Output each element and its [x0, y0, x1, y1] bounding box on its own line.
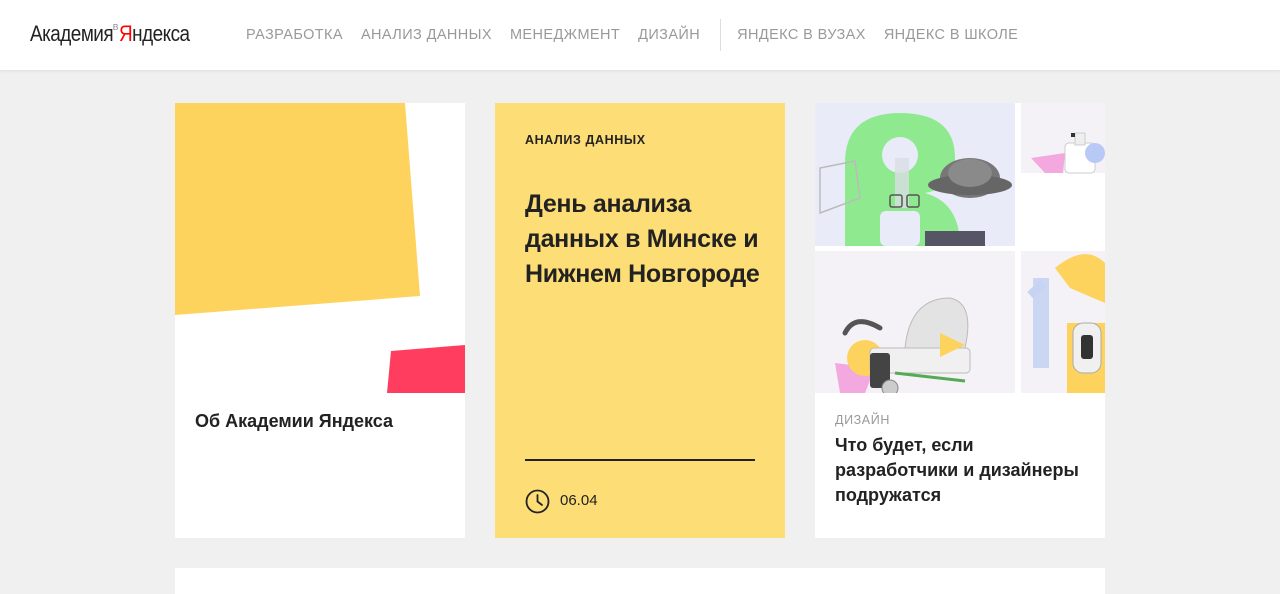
event-category: АНАЛИЗ ДАННЫХ: [525, 133, 646, 147]
nav-link-yandex-school[interactable]: ЯНДЕКС В ШКОЛЕ: [884, 27, 1018, 43]
event-divider: [525, 459, 755, 461]
main-nav: РАЗРАБОТКА АНАЛИЗ ДАННЫХ МЕНЕДЖМЕНТ ДИЗА…: [246, 0, 1036, 70]
nav-link-development[interactable]: РАЗРАБОТКА: [246, 27, 343, 43]
article-title: Что будет, если разработчики и дизайнеры…: [835, 435, 1079, 505]
event-date: 06.04: [560, 492, 598, 509]
nav-divider: [720, 19, 722, 51]
site-header: Академия в Яндекса РАЗРАБОТКА АНАЛИЗ ДАН…: [0, 0, 1280, 70]
about-card[interactable]: Об Академии Яндекса: [175, 103, 465, 538]
about-illustration: [175, 103, 465, 393]
event-card[interactable]: АНАЛИЗ ДАННЫХ День анализа данных в Минс…: [495, 103, 785, 538]
nav-link-data-analysis[interactable]: АНАЛИЗ ДАННЫХ: [361, 27, 492, 43]
design-collage-image: [815, 103, 1105, 393]
nav-link-yandex-universities[interactable]: ЯНДЕКС В ВУЗАХ: [737, 27, 866, 43]
clock-icon: [525, 489, 550, 514]
event-title: День анализа данных в Минске и Нижнем Но…: [525, 190, 760, 288]
logo-word-academy: Академия: [30, 21, 114, 46]
logo-superscript: в: [112, 21, 119, 33]
logo-word-yandex: Яндекса: [119, 21, 191, 46]
next-section-panel: [175, 568, 1105, 594]
about-card-title: Об Академии Яндекса: [195, 411, 394, 431]
article-category: ДИЗАЙН: [835, 413, 890, 427]
nav-link-design[interactable]: ДИЗАЙН: [638, 27, 700, 43]
logo[interactable]: Академия в Яндекса: [30, 20, 202, 50]
article-card[interactable]: ДИЗАЙН Что будет, если разработчики и ди…: [815, 103, 1105, 538]
nav-link-management[interactable]: МЕНЕДЖМЕНТ: [510, 27, 620, 43]
